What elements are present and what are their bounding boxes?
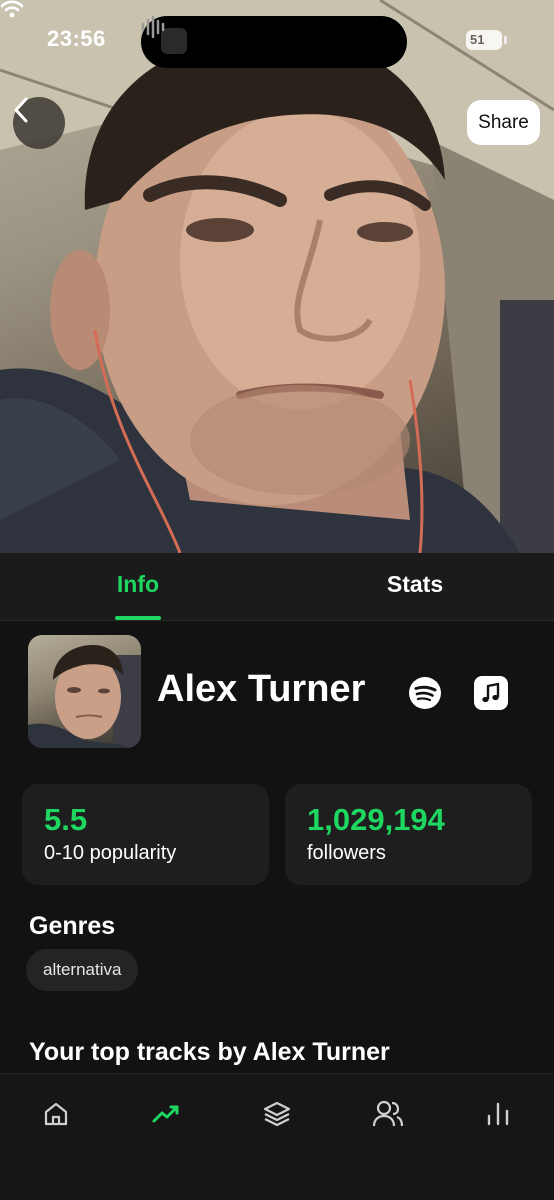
friends-icon — [372, 1100, 404, 1127]
status-time: 23:56 — [47, 26, 106, 51]
nav-library[interactable] — [257, 1094, 297, 1134]
followers-label: followers — [307, 842, 386, 864]
avatar-portrait-illustration — [28, 645, 141, 748]
nav-friends[interactable] — [368, 1094, 408, 1134]
back-button[interactable] — [13, 97, 65, 149]
battery-indicator: 51 — [466, 30, 502, 50]
dynamic-island — [141, 16, 407, 68]
popularity-label: 0-10 popularity — [44, 842, 177, 864]
music-note-icon — [482, 682, 500, 703]
spotify-icon[interactable] — [408, 676, 442, 710]
artist-name: Alex Turner — [157, 668, 366, 710]
genre-chip[interactable]: alternativa — [26, 949, 139, 991]
home-icon — [44, 1102, 68, 1126]
bottom-navigation — [0, 1073, 554, 1200]
nav-charts[interactable] — [478, 1094, 518, 1134]
nav-stats[interactable] — [146, 1094, 186, 1134]
artist-hero-photo: 23:56 51 Share — [0, 0, 554, 553]
tab-stats[interactable]: Stats — [315, 571, 515, 598]
genres-heading: Genres — [29, 912, 116, 940]
tab-bar: Info Stats — [0, 553, 554, 621]
top-tracks-heading: Your top tracks by Alex Turner — [29, 1038, 390, 1066]
layers-icon — [263, 1101, 291, 1127]
followers-value: 1,029,194 — [307, 802, 445, 837]
chevron-left-icon — [14, 97, 28, 123]
hero-portrait-illustration — [0, 0, 554, 553]
tab-info[interactable]: Info — [38, 571, 238, 598]
trending-icon — [152, 1105, 179, 1123]
wifi-icon — [0, 0, 24, 18]
bar-chart-icon — [487, 1102, 509, 1126]
apple-music-icon[interactable] — [474, 676, 508, 710]
popularity-card: 5.5 0-10 popularity — [22, 784, 269, 885]
popularity-value: 5.5 — [44, 802, 88, 837]
share-button[interactable]: Share — [467, 100, 540, 145]
nav-home[interactable] — [36, 1094, 76, 1134]
followers-card: 1,029,194 followers — [285, 784, 532, 885]
active-tab-indicator — [115, 616, 161, 620]
artist-avatar — [28, 635, 141, 748]
audio-wave-icon — [141, 16, 165, 38]
battery-tip — [504, 36, 507, 44]
artist-screen: 23:56 51 Share Info Stats Alex Turner 5.… — [0, 0, 554, 1200]
